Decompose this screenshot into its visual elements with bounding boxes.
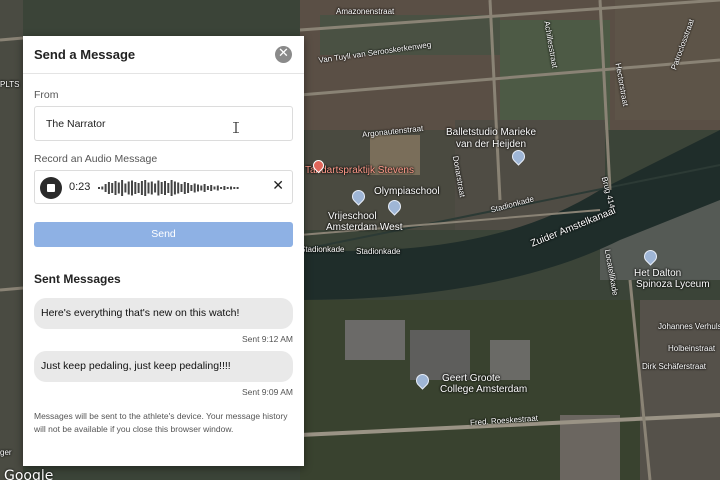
map-label-dirk-schaferstraat: Dirk Schäferstraat bbox=[642, 362, 707, 371]
map-label-holbeinstraat: Holbeinstraat bbox=[668, 344, 716, 353]
panel-title: Send a Message bbox=[34, 47, 136, 62]
send-message-panel: Send a Message ✕ From Record an Audio Me… bbox=[23, 36, 304, 466]
text-cursor-icon bbox=[233, 122, 239, 133]
message-bubble: Just keep pedaling, just keep pedaling!!… bbox=[34, 351, 293, 382]
stop-icon[interactable] bbox=[40, 177, 62, 199]
send-button[interactable]: Send bbox=[34, 222, 293, 247]
map-label-balletstudio-1: Balletstudio Marieke bbox=[446, 127, 537, 138]
audio-recorder: 0:23 ✕ bbox=[34, 170, 293, 204]
map-label-balletstudio-2: van der Heijden bbox=[456, 139, 527, 150]
footnote: Messages will be sent to the athlete's d… bbox=[34, 411, 288, 434]
panel-header: Send a Message ✕ bbox=[23, 36, 304, 74]
close-icon[interactable]: ✕ bbox=[275, 46, 292, 63]
map-label-geert-groote-2: College Amsterdam bbox=[440, 384, 528, 395]
message-time: Sent 9:09 AM bbox=[241, 387, 293, 397]
message-time: Sent 9:12 AM bbox=[241, 334, 293, 344]
message-bubble: Here's everything that's new on this wat… bbox=[34, 298, 293, 329]
sent-messages-title: Sent Messages bbox=[34, 272, 121, 286]
map-label-stadionkade-2: Stadionkade bbox=[356, 247, 401, 256]
from-label: From bbox=[34, 89, 59, 101]
map-label-olympiaschool: Olympiaschool bbox=[374, 186, 440, 197]
record-label: Record an Audio Message bbox=[34, 153, 158, 165]
google-logo: Google bbox=[4, 468, 54, 480]
map-label-johannes: Johannes Verhulstr bbox=[658, 322, 720, 331]
map-label-left-plts: PLTS bbox=[0, 80, 20, 89]
waveform-icon bbox=[98, 180, 239, 196]
map-label-stadionkade-1: Stadionkade bbox=[300, 245, 345, 254]
map-label-dalton-1: Het Dalton bbox=[634, 268, 682, 279]
map-label-vrijeschool-1: Vrijeschool bbox=[328, 211, 377, 222]
map-label-vrijeschool-2: Amsterdam West bbox=[326, 222, 403, 233]
map-label-dalton-2: Spinoza Lyceum bbox=[636, 279, 710, 290]
audio-time: 0:23 bbox=[69, 181, 91, 193]
map-label-amazonenstraat: Amazonenstraat bbox=[336, 7, 395, 16]
from-field[interactable] bbox=[34, 106, 293, 141]
map-label-left-ger: ger bbox=[0, 448, 12, 457]
map-label-geert-groote-1: Geert Groote bbox=[442, 373, 501, 384]
clear-icon[interactable]: ✕ bbox=[272, 178, 284, 194]
